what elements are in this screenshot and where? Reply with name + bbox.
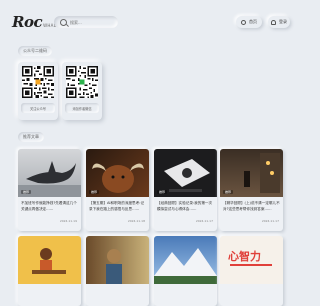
top-bar: RocWHALE 首页 登录: [8, 8, 292, 36]
home-label: 首页: [249, 19, 257, 24]
site-logo[interactable]: RocWHALE: [12, 12, 59, 31]
article-thumbnail: 心智力: [220, 236, 283, 284]
qr-card-author: 添加作者微信: [62, 62, 102, 120]
logo-text: Roc: [12, 13, 43, 31]
article-card[interactable]: 推荐 不加班写作就能挣钱?先看清这几个关键点再做决定…… 2024.11.19: [18, 149, 81, 231]
article-thumbnail: 推荐: [86, 149, 149, 197]
recommend-section-title: 推荐文章: [18, 132, 44, 142]
search-input[interactable]: [70, 19, 114, 25]
home-icon: [241, 19, 246, 25]
qr-code-image: [66, 66, 98, 98]
article-thumbnail: [18, 236, 81, 284]
login-button[interactable]: 登录: [268, 16, 290, 28]
qr-card-official: 关注公众号: [18, 62, 58, 120]
article-thumbnail: 推荐: [220, 149, 283, 197]
article-tag: 推荐: [157, 190, 168, 194]
search-box[interactable]: [54, 16, 118, 28]
article-card[interactable]: 推荐 【经典回顾】实验记录:我的第一次模拟尝试与心得体会…… 2024.11.1…: [154, 149, 217, 231]
qr-caption: 关注公众号: [21, 103, 55, 113]
reading-image: [32, 248, 66, 274]
article-card[interactable]: [86, 236, 149, 306]
mountain-image: [154, 248, 217, 284]
article-date: 2024.11.19: [59, 219, 77, 223]
article-title: 【经典回顾】实验记录:我的第一次模拟尝试与心得体会……: [157, 201, 213, 211]
article-title: 【精华回顾】(上)说不清一定哪儿不对?这些思考帮你找到答案……: [223, 201, 280, 211]
article-thumbnail: 推荐: [18, 149, 81, 197]
search-icon: [60, 18, 67, 26]
qr-code-image: [22, 66, 54, 98]
login-label: 登录: [279, 19, 287, 24]
figure-image: [106, 249, 122, 284]
article-title: 不加班写作就能挣钱?先看清这几个关键点再做决定……: [21, 201, 77, 211]
article-date: 2024.11.18: [127, 219, 145, 223]
qr-caption: 添加作者微信: [65, 103, 99, 113]
home-button[interactable]: 首页: [236, 16, 262, 28]
article-card[interactable]: 心智力: [220, 236, 283, 306]
article-card[interactable]: 推荐 【第五期】AI和职场的深度思考:记录下我在路上的感悟与反思…… 2024.…: [86, 149, 149, 231]
user-icon: [271, 19, 276, 25]
article-card[interactable]: 推荐 【精华回顾】(上)说不清一定哪儿不对?这些思考帮你找到答案…… 2024.…: [220, 149, 283, 231]
wechat-section-title: 公众号二维码: [18, 46, 52, 56]
article-tag: 推荐: [21, 190, 32, 194]
article-card[interactable]: [154, 236, 217, 306]
article-date: 2024.11.17: [195, 219, 213, 223]
article-card[interactable]: [18, 236, 81, 306]
article-tag: 推荐: [89, 190, 100, 194]
article-title: 【第五期】AI和职场的深度思考:记录下我在路上的感悟与反思……: [89, 201, 145, 211]
article-thumbnail: [154, 236, 217, 284]
article-thumbnail: [86, 236, 149, 284]
book-cover-title: 心智力: [228, 250, 261, 263]
article-date: 2024.11.17: [261, 219, 279, 223]
article-tag: 推荐: [223, 190, 234, 194]
book-cover-rule: [230, 264, 272, 266]
article-thumbnail: 推荐: [154, 149, 217, 197]
